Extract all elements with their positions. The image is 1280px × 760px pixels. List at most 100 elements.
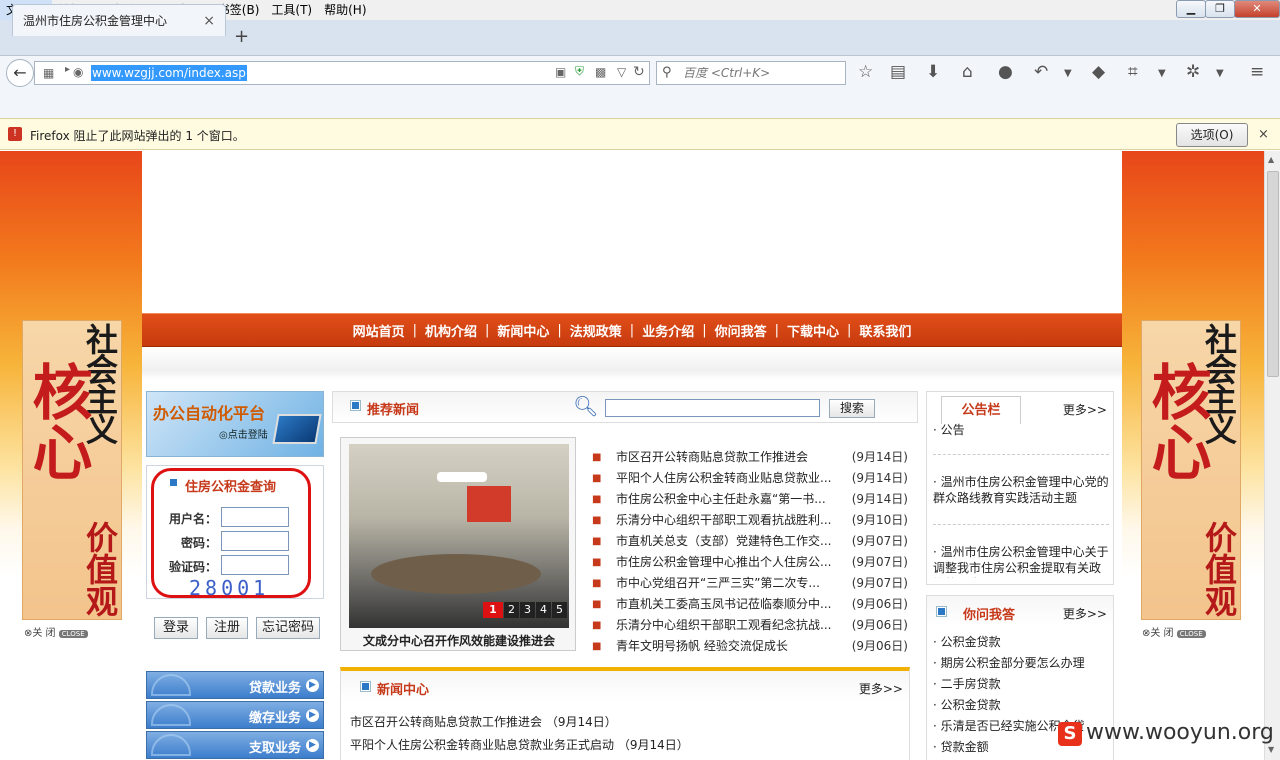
nav-business[interactable]: 业务介绍 <box>634 321 702 340</box>
register-button[interactable]: 注册 <box>206 617 248 639</box>
tab-active[interactable]: 温州市住房公积金管理中心 × <box>12 4 226 36</box>
deposit-business-button[interactable]: 缴存业务 ▶ <box>146 701 324 729</box>
nav-download[interactable]: 下载中心 <box>779 321 847 340</box>
shield-icon[interactable]: ⛨ <box>575 64 584 79</box>
notice-item[interactable]: · 温州市住房公积金管理中心党的群众路线教育实践活动主题 <box>933 474 1109 506</box>
left-values-banner[interactable]: 社会主义 核心 价值观 <box>22 320 122 620</box>
recommend-item[interactable]: ■ 平阳个人住房公积金转商业贴息贷款业... (9月14日) <box>592 468 918 489</box>
login-button[interactable]: 登录 <box>154 617 198 639</box>
qr-code-icon[interactable]: ▩ <box>595 65 606 79</box>
menu-help[interactable]: 帮助(H) <box>318 0 372 20</box>
nav-news[interactable]: 新闻中心 <box>489 321 557 340</box>
recommend-item[interactable]: ■ 市中心党组召开“三严三实”第二次专... (9月07日) <box>592 573 918 594</box>
notice-item[interactable]: · 公告 <box>933 422 1109 438</box>
nav-contact[interactable]: 联系我们 <box>851 321 919 340</box>
chat-icon[interactable]: ● <box>998 62 1013 82</box>
recommend-item-title[interactable]: 平阳个人住房公积金转商业贴息贷款业... <box>604 468 844 489</box>
username-input[interactable] <box>221 507 289 527</box>
reload-icon[interactable]: ↻ <box>633 64 645 80</box>
nav-policy[interactable]: 法规政策 <box>562 321 630 340</box>
recommend-item[interactable]: ■ 青年文明号扬帆 经验交流促成长 (9月06日) <box>592 636 918 657</box>
news-slideshow[interactable]: 1 2 3 4 5 文成分中心召开作风效能建设推进会 <box>340 437 576 651</box>
notice-more-link[interactable]: 更多>> <box>1063 401 1107 418</box>
slide-page-4[interactable]: 4 <box>536 602 551 618</box>
slide-page-1[interactable]: 1 <box>483 602 503 618</box>
scroll-thumb[interactable] <box>1267 171 1279 377</box>
dropdown-icon[interactable]: ▽ <box>617 65 626 79</box>
back-button[interactable]: ← <box>6 59 34 87</box>
recommend-item-title[interactable]: 市住房公积金管理中心推出个人住房公... <box>604 552 844 573</box>
password-input[interactable] <box>221 531 289 551</box>
recommend-item[interactable]: ■ 市住房公积金中心主任赴永嘉“第一书... (9月14日) <box>592 489 918 510</box>
hamburger-menu-icon[interactable]: ≡ <box>1250 62 1264 82</box>
url-text[interactable]: www.wzgjj.com/index.asp <box>91 65 247 81</box>
home-icon[interactable]: ⌂ <box>962 62 973 82</box>
nav-about[interactable]: 机构介绍 <box>417 321 485 340</box>
left-banner-close[interactable]: ⊗关 闭 CLOSE <box>24 624 88 639</box>
news-item[interactable]: 平阳个人住房公积金转商业贴息贷款业务正式启动 （9月14日） <box>350 736 689 753</box>
reading-list-icon[interactable]: ▤ <box>890 62 906 82</box>
recommend-item-title[interactable]: 乐清分中心组织干部职工观看纪念抗战... <box>604 615 844 636</box>
site-search-input[interactable] <box>605 399 820 417</box>
loan-business-button[interactable]: 贷款业务 ▶ <box>146 671 324 699</box>
right-banner-close[interactable]: ⊗关 闭 CLOSE <box>1142 624 1206 639</box>
recommend-item-title[interactable]: 市直机关总支（支部）党建特色工作交... <box>604 531 844 552</box>
forgot-password-button[interactable]: 忘记密码 <box>256 617 320 639</box>
recommend-item[interactable]: ■ 市区召开公转商贴息贷款工作推进会 (9月14日) <box>592 447 918 468</box>
site-search-button[interactable]: 搜索 <box>829 399 875 418</box>
right-values-banner[interactable]: 社会主义 核心 价值观 <box>1141 320 1241 620</box>
page-icon[interactable]: ▣ <box>555 65 566 79</box>
nav-faq[interactable]: 你问我答 <box>707 321 775 340</box>
recommend-item-title[interactable]: 市直机关工委高玉凤书记莅临泰顺分中... <box>604 594 844 615</box>
recommend-item-title[interactable]: 市中心党组召开“三严三实”第二次专... <box>604 573 844 594</box>
vertical-scrollbar[interactable]: ▲ ▼ <box>1264 151 1280 760</box>
notice-close-icon[interactable]: × <box>1258 127 1269 142</box>
minimize-icon[interactable]: ▁ <box>1176 0 1206 18</box>
tab-close-icon[interactable]: × <box>203 13 215 29</box>
recommend-item[interactable]: ■ 市直机关总支（支部）党建特色工作交... (9月07日) <box>592 531 918 552</box>
qa-item[interactable]: · 贷款金额 <box>933 739 989 755</box>
undo-icon[interactable]: ↶ <box>1034 62 1048 82</box>
slide-page-3[interactable]: 3 <box>520 602 535 618</box>
qa-item[interactable]: · 公积金贷款 <box>933 634 1001 650</box>
window-close-icon[interactable]: ✕ <box>1234 0 1280 18</box>
recommend-item[interactable]: ■ 市住房公积金管理中心推出个人住房公... (9月07日) <box>592 552 918 573</box>
crop-dropdown-icon[interactable]: ▼ <box>1158 68 1166 79</box>
download-icon[interactable]: ⬇ <box>926 62 940 82</box>
menu-tools[interactable]: 工具(T) <box>265 0 318 20</box>
notice-item[interactable]: · 温州市住房公积金管理中心关于调整我市住房公积金提取有关政策的公告 <box>933 544 1109 578</box>
new-tab-button[interactable]: + <box>234 26 249 47</box>
slide-page-5[interactable]: 5 <box>552 602 567 618</box>
options-button[interactable]: 选项(O) <box>1176 123 1248 147</box>
recommend-item[interactable]: ■ 乐清分中心组织干部职工观看纪念抗战... (9月06日) <box>592 615 918 636</box>
url-bar[interactable]: ▦ ▸ ◉ www.wzgjj.com/index.asp ▣ ⛨ ▩ ▽ ↻ <box>34 61 650 85</box>
comment-icon[interactable]: ◆ <box>1092 62 1105 82</box>
meeting-photo[interactable] <box>349 444 569 628</box>
recommend-item-title[interactable]: 青年文明号扬帆 经验交流促成长 <box>604 636 844 657</box>
recommend-item-title[interactable]: 市住房公积金中心主任赴永嘉“第一书... <box>604 489 844 510</box>
recommend-item-title[interactable]: 乐清分中心组织干部职工观看抗战胜利... <box>604 510 844 531</box>
sidebar-icon[interactable]: ▦ <box>43 66 54 80</box>
notice-board-tab[interactable]: 公告栏 <box>941 396 1021 424</box>
qa-more-link[interactable]: 更多>> <box>1063 605 1107 622</box>
bookmark-star-icon[interactable]: ☆ <box>858 62 873 82</box>
recommend-item-title[interactable]: 市区召开公转商贴息贷款工作推进会 <box>604 447 844 468</box>
addon-icon[interactable]: ✲ <box>1186 62 1200 82</box>
addon-dropdown-icon[interactable]: ▼ <box>1216 68 1224 79</box>
nav-home[interactable]: 网站首页 <box>345 321 413 340</box>
captcha-input[interactable] <box>221 555 289 575</box>
office-automation-banner[interactable]: 办公自动化平台 ◎点击登陆 <box>146 391 324 457</box>
scroll-up-icon[interactable]: ▲ <box>1268 155 1274 164</box>
recommend-item[interactable]: ■ 乐清分中心组织干部职工观看抗战胜利... (9月10日) <box>592 510 918 531</box>
crop-icon[interactable]: ⌗ <box>1128 62 1138 82</box>
slide-page-2[interactable]: 2 <box>504 602 519 618</box>
search-input[interactable]: 百度 <Ctrl+K> <box>656 61 846 85</box>
withdraw-business-button[interactable]: 支取业务 ▶ <box>146 731 324 759</box>
qa-item[interactable]: · 期房公积金部分要怎么办理 <box>933 655 1085 671</box>
scroll-down-icon[interactable]: ▼ <box>1268 745 1274 754</box>
qa-item[interactable]: · 公积金贷款 <box>933 697 1001 713</box>
qa-item[interactable]: · 二手房贷款 <box>933 676 1001 692</box>
news-item[interactable]: 市区召开公转商贴息贷款工作推进会 （9月14日） <box>350 713 617 730</box>
recommend-item[interactable]: ■ 市直机关工委高玉凤书记莅临泰顺分中... (9月06日) <box>592 594 918 615</box>
undo-dropdown-icon[interactable]: ▼ <box>1064 68 1072 79</box>
